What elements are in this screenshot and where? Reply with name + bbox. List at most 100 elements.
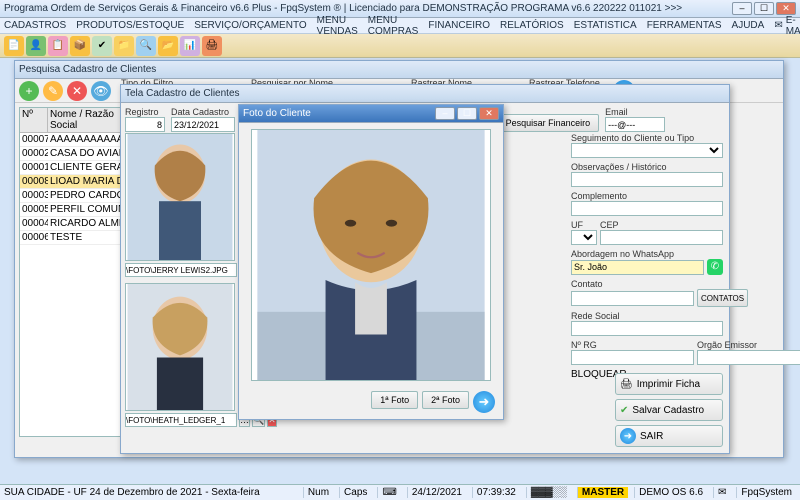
tool-icon[interactable]: 📦 xyxy=(70,36,90,56)
printer-icon: 🖨 xyxy=(620,379,633,390)
mail-icon: ✉ xyxy=(774,20,782,31)
menu-produtos[interactable]: PRODUTOS/ESTOQUE xyxy=(76,20,184,31)
cadastro-title: Tela Cadastro de Clientes xyxy=(125,88,725,99)
photo-window-title: Foto do Cliente xyxy=(243,108,435,119)
list-row[interactable]: 00002CASA DO AVIADOR xyxy=(20,147,130,161)
email-input[interactable] xyxy=(605,117,665,132)
status-fpq[interactable]: FpqSystem xyxy=(736,487,796,498)
first-photo-button[interactable]: 1ª Foto xyxy=(371,391,418,409)
menu-ferramentas[interactable]: FERRAMENTAS xyxy=(647,20,722,31)
client-photo-1[interactable] xyxy=(125,133,235,261)
seguimento-label: Seguimento do Cliente ou Tipo xyxy=(571,133,723,143)
list-row[interactable]: 00003PEDRO CARDOSO DE ME xyxy=(20,189,130,203)
check-icon: ✔ xyxy=(620,405,628,416)
rg-input[interactable] xyxy=(571,350,694,365)
photo2-filename[interactable] xyxy=(125,413,237,427)
menu-servico[interactable]: SERVIÇO/ORÇAMENTO xyxy=(194,20,306,31)
data-cadastro-input[interactable] xyxy=(171,117,235,132)
status-icon: ⌨ xyxy=(377,487,400,498)
tool-icon[interactable]: 📂 xyxy=(158,36,178,56)
tool-icon[interactable]: 📄 xyxy=(4,36,24,56)
cep-input[interactable] xyxy=(600,230,723,245)
status-num: Num xyxy=(303,487,333,498)
photo-max-button[interactable]: ☐ xyxy=(457,107,477,120)
edit-button[interactable]: ✎ xyxy=(43,81,63,101)
registro-label: Registro xyxy=(125,107,165,117)
list-row[interactable]: 00006TESTE xyxy=(20,231,130,245)
contato-label: Contato xyxy=(571,279,723,289)
app-title: Programa Ordem de Serviços Gerais & Fina… xyxy=(4,3,732,14)
tool-icon[interactable]: 🖨 xyxy=(202,36,222,56)
statusbar: SUA CIDADE - UF 24 de Dezembro de 2021 -… xyxy=(0,484,800,500)
photo-next-icon[interactable]: ➜ xyxy=(473,391,495,413)
salvar-cadastro-button[interactable]: ✔Salvar Cadastro xyxy=(615,399,723,421)
registro-input[interactable] xyxy=(125,117,165,132)
list-row[interactable]: 00004RICARDO ALMEIDA xyxy=(20,217,130,231)
obs-input[interactable] xyxy=(571,172,723,187)
menu-estatistica[interactable]: ESTATISTICA xyxy=(574,20,637,31)
obs-label: Observações / Histórico xyxy=(571,162,723,172)
menu-financeiro[interactable]: FINANCEIRO xyxy=(428,20,490,31)
list-row[interactable]: 00008LIOAD MARIA DA SILVA xyxy=(20,175,130,189)
rg-label: Nº RG xyxy=(571,340,694,350)
list-header-name[interactable]: Nome / Razão Social xyxy=(48,108,130,132)
photo1-filename[interactable] xyxy=(125,263,237,277)
contatos-button[interactable]: CONTATOS xyxy=(697,289,748,307)
list-row[interactable]: 00001CLIENTE GERAL xyxy=(20,161,130,175)
tool-icon[interactable]: 📋 xyxy=(48,36,68,56)
status-caps: Caps xyxy=(339,487,371,498)
photo-popup-window: Foto do Cliente – ☐ ✕ 1ª Foto 2ª Foto ➜ xyxy=(238,104,504,420)
close-button[interactable]: ✕ xyxy=(776,2,796,15)
tool-icon[interactable]: 📊 xyxy=(180,36,200,56)
status-master: MASTER xyxy=(577,487,628,498)
list-row[interactable]: 00005PERFIL COMUNICAÇÃO xyxy=(20,203,130,217)
sair-button[interactable]: ➜SAIR xyxy=(615,425,723,447)
menu-relatorios[interactable]: RELATÓRIOS xyxy=(500,20,564,31)
menu-vendas[interactable]: MENU VENDAS xyxy=(317,15,358,37)
photo-min-button[interactable]: – xyxy=(435,107,455,120)
status-progress: ▓▓▓░░ xyxy=(526,487,571,498)
view-button[interactable]: 👁 xyxy=(91,81,111,101)
rede-input[interactable] xyxy=(571,321,723,336)
abordagem-label: Abordagem no WhatsApp xyxy=(571,249,723,259)
clients-list: Nº Nome / Razão Social 00007AAAAAAAAAAAA… xyxy=(19,107,131,437)
search-window-title: Pesquisa Cadastro de Clientes xyxy=(19,64,779,75)
menubar: CADASTROS PRODUTOS/ESTOQUE SERVIÇO/ORÇAM… xyxy=(0,18,800,34)
contato-input[interactable] xyxy=(571,291,694,306)
client-photo-2[interactable] xyxy=(125,283,235,411)
photo-close-button[interactable]: ✕ xyxy=(479,107,499,120)
menu-compras[interactable]: MENU COMPRAS xyxy=(368,15,419,37)
rede-label: Rede Social xyxy=(571,311,723,321)
whatsapp-icon[interactable]: ✆ xyxy=(707,259,723,275)
complemento-label: Complemento xyxy=(571,191,723,201)
status-location: SUA CIDADE - UF 24 de Dezembro de 2021 -… xyxy=(4,487,260,498)
list-header-num[interactable]: Nº xyxy=(20,108,48,132)
maximize-button[interactable]: ☐ xyxy=(754,2,774,15)
pesquisar-financeiro-button[interactable]: Pesquisar Financeiro xyxy=(497,114,600,132)
abordagem-input[interactable] xyxy=(571,260,704,275)
tool-icon[interactable]: 🔍 xyxy=(136,36,156,56)
add-button[interactable]: + xyxy=(19,81,39,101)
exit-arrow-icon: ➜ xyxy=(620,428,636,444)
status-date: 24/12/2021 xyxy=(407,487,466,498)
tool-icon[interactable]: 📁 xyxy=(114,36,134,56)
seguimento-select[interactable] xyxy=(571,143,723,158)
second-photo-button[interactable]: 2ª Foto xyxy=(422,391,469,409)
tool-icon[interactable]: 👤 xyxy=(26,36,46,56)
complemento-input[interactable] xyxy=(571,201,723,216)
menu-ajuda[interactable]: AJUDA xyxy=(732,20,765,31)
delete-button[interactable]: ✕ xyxy=(67,81,87,101)
list-row[interactable]: 00007AAAAAAAAAAAAAAAAA xyxy=(20,133,130,147)
uf-select[interactable] xyxy=(571,230,597,245)
imprimir-ficha-button[interactable]: 🖨Imprimir Ficha xyxy=(615,373,723,395)
tool-icon[interactable]: ✔ xyxy=(92,36,112,56)
menu-cadastros[interactable]: CADASTROS xyxy=(4,20,66,31)
cep-label: CEP xyxy=(600,220,723,230)
status-mail-icon[interactable]: ✉ xyxy=(713,487,730,498)
data-cadastro-label: Data Cadastro xyxy=(171,107,235,117)
minimize-button[interactable]: – xyxy=(732,2,752,15)
status-time: 07:39:32 xyxy=(472,487,520,498)
orgao-label: Orgão Emissor xyxy=(697,340,800,350)
orgao-input[interactable] xyxy=(697,350,800,365)
menu-email[interactable]: ✉E-MAIL xyxy=(774,15,800,37)
